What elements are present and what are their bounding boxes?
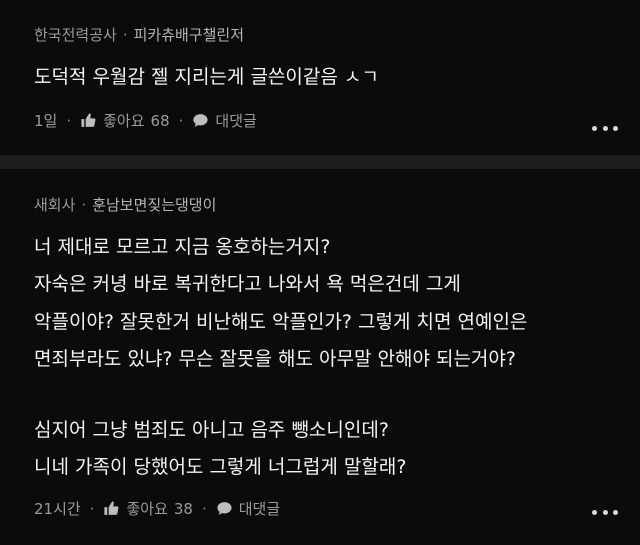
comment-text-line: 자숙은 커녕 바로 복귀한다고 나와서 욕 먹은건데 그게 [34,273,461,295]
like-label: 좋아요 [126,500,168,518]
more-dots-icon[interactable] [592,124,618,132]
author-nickname[interactable]: 피카츄배구챌린저 [134,24,244,45]
speech-bubble-icon [192,112,209,129]
more-dot [613,125,618,131]
speech-bubble-icon [216,500,233,517]
comment-footer: 21시간 · 좋아요 38 · 대댓글 [34,498,280,519]
comment-text-line: 니네 가족이 당했어도 그렇게 너그럽게 말할래? [34,456,407,478]
separator-dot: · [89,499,95,518]
comment-text-line: 심지어 그냥 범죄도 아니고 음주 뺑소니인데? [34,419,389,441]
comment-text: 도덕적 우월감 젤 지리는게 글쓴이같음 ㅅㄱ [34,66,379,88]
company-name: 한국전력공사 [34,26,117,44]
comment-item: 한국전력공사 · 피카츄배구챌린저 도덕적 우월감 젤 지리는게 글쓴이같음 ㅅ… [0,0,640,153]
like-button[interactable]: 좋아요 38 [103,498,193,519]
comment-time: 21시간 [34,500,81,518]
comment-header: 새회사 · 훈남보면짖는댕댕이 [34,194,216,215]
like-count: 38 [173,499,193,518]
comment-text-line: 면죄부라도 있냐? 무슨 잘못을 해도 아무말 안해야 되는거야? [34,348,516,370]
comment-time: 1일 [34,112,58,130]
comment-text-line: 너 제대로 모르고 지금 옹호하는거지? [34,236,331,258]
separator-dot: · [66,111,72,130]
separator-dot: · [122,25,128,44]
more-dot [592,509,597,515]
more-dot [613,509,618,515]
reply-label: 대댓글 [215,112,257,130]
more-dot [602,509,608,515]
like-button[interactable]: 좋아요 68 [80,110,170,131]
more-dots-icon[interactable] [592,508,618,516]
reply-label: 대댓글 [238,500,281,518]
like-label: 좋아요 [103,112,145,130]
comment-item: 새회사 · 훈남보면짖는댕댕이 너 제대로 모르고 지금 옹호하는거지? 자숙은… [0,170,640,545]
separator-dot: · [201,499,207,518]
reply-button[interactable]: 대댓글 [216,498,280,519]
comment-text-line: 악플이야? 잘못한거 비난해도 악플인가? 그렇게 치면 연예인은 [34,311,528,333]
separator-dot: · [81,195,87,214]
more-dot [592,125,597,131]
author-nickname[interactable]: 훈남보면짖는댕댕이 [92,194,216,215]
separator-dot: · [178,111,184,130]
reply-button[interactable]: 대댓글 [192,110,257,131]
comment-header: 한국전력공사 · 피카츄배구챌린저 [34,24,244,45]
thumbs-up-icon [80,112,97,129]
more-dot [602,125,608,131]
comment-divider [0,155,640,169]
thumbs-up-icon [103,500,120,517]
like-count: 68 [150,111,170,130]
company-name: 새회사 [34,196,76,214]
comment-footer: 1일 · 좋아요 68 · 대댓글 [34,110,257,131]
